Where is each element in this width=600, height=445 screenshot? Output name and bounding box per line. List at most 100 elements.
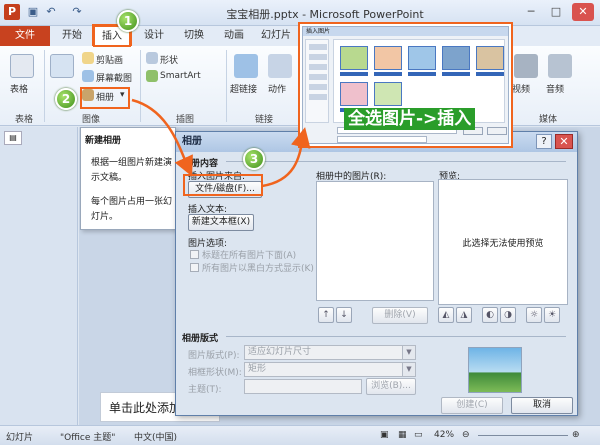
move-up-icon[interactable]: ↑: [318, 307, 334, 323]
mini-cancel-button[interactable]: [487, 127, 507, 135]
preview-message: 此选择无法使用预览: [462, 239, 544, 249]
pictures-list[interactable]: [316, 181, 434, 301]
reading-view-icon[interactable]: ▭: [414, 430, 423, 440]
contrast-down-icon[interactable]: ◑: [500, 307, 516, 323]
tab-transitions[interactable]: 切换: [176, 26, 212, 46]
photo-thumbnail[interactable]: [340, 46, 368, 70]
pane-tab-slides[interactable]: ▤: [4, 131, 22, 145]
folder-item[interactable]: [309, 54, 327, 60]
rotate-left-icon[interactable]: ◭: [438, 307, 454, 323]
close-button[interactable]: ✕: [572, 3, 594, 21]
photo-thumbnail[interactable]: [340, 82, 368, 106]
photo-thumbnail[interactable]: [408, 46, 436, 70]
preview-box: 此选择无法使用预览: [438, 179, 568, 305]
zoom-out-icon[interactable]: ⊖: [462, 430, 470, 440]
save-icon[interactable]: ▣: [26, 5, 40, 19]
status-theme: "Office 主题": [60, 433, 116, 443]
table-button[interactable]: 表格: [10, 82, 28, 95]
photo-label: [340, 72, 368, 76]
maximize-button[interactable]: □: [545, 3, 567, 21]
slides-pane: ▤: [0, 127, 78, 425]
browse-button[interactable]: 浏览(B)...: [366, 378, 416, 395]
filetype-field[interactable]: [337, 136, 427, 143]
tab-home[interactable]: 开始: [54, 26, 90, 46]
sorter-view-icon[interactable]: ▦: [398, 430, 407, 440]
folder-item[interactable]: [309, 74, 327, 80]
action-button[interactable]: 动作: [268, 82, 286, 95]
frame-shape-label: 相框形状(M):: [188, 368, 242, 378]
folder-item[interactable]: [309, 84, 327, 90]
photo-thumbnail[interactable]: [374, 82, 402, 106]
folder-item[interactable]: [309, 64, 327, 70]
video-button[interactable]: 视频: [512, 82, 530, 95]
status-language: 中文(中国): [134, 433, 178, 443]
undo-icon[interactable]: ↶: [44, 5, 58, 19]
folder-tree[interactable]: [305, 39, 329, 123]
clipart-icon: [82, 52, 94, 64]
caption-option-label: 标题在所有图片下面(A): [202, 251, 297, 261]
picture-icon[interactable]: [50, 54, 74, 78]
tab-design[interactable]: 设计: [136, 26, 172, 46]
remove-button[interactable]: 删除(V): [372, 307, 428, 324]
brightness-down-icon[interactable]: ☀: [544, 307, 560, 323]
clipart-button[interactable]: 剪贴画: [96, 53, 123, 66]
redo-icon[interactable]: ↷: [70, 5, 84, 19]
table-icon[interactable]: [10, 54, 34, 78]
caption-checkbox[interactable]: [190, 250, 199, 259]
normal-view-icon[interactable]: ▣: [380, 430, 389, 440]
group-illustrations-label: 插图: [175, 115, 194, 125]
rotate-right-icon[interactable]: ◮: [456, 307, 472, 323]
step-badge-1: 1: [117, 10, 139, 32]
shapes-button[interactable]: 形状: [160, 53, 178, 66]
frame-shape-value: 矩形: [248, 364, 267, 374]
brightness-up-icon[interactable]: ☼: [526, 307, 542, 323]
cancel-button[interactable]: 取消: [511, 397, 573, 414]
new-textbox-button[interactable]: 新建文本框(X): [188, 214, 254, 231]
tab-animations[interactable]: 动画: [216, 26, 252, 46]
section-divider: [226, 161, 566, 162]
picture-layout-select[interactable]: 适应幻灯片尺寸 ▼: [244, 345, 416, 360]
contrast-up-icon[interactable]: ◐: [482, 307, 498, 323]
screenshot-icon: [82, 70, 94, 82]
action-icon[interactable]: [268, 54, 292, 78]
chevron-down-icon: ▼: [402, 346, 415, 359]
tab-file[interactable]: 文件: [0, 26, 50, 46]
tooltip-body-line1: 根据一组图片新建演示文稿。: [91, 158, 173, 183]
screenshot-button[interactable]: 屏幕截图: [96, 71, 132, 84]
folder-item[interactable]: [309, 94, 327, 100]
zoom-slider[interactable]: [478, 435, 568, 436]
smartart-button[interactable]: SmartArt: [160, 71, 201, 81]
move-down-icon[interactable]: ↓: [336, 307, 352, 323]
zoom-in-icon[interactable]: ⊕: [572, 430, 580, 440]
photo-thumbnail[interactable]: [442, 46, 470, 70]
minimize-button[interactable]: ─: [520, 3, 542, 21]
step-badge-2: 2: [55, 88, 77, 110]
highlight-album-button: [80, 87, 130, 109]
group-media-label: 媒体: [538, 115, 557, 125]
audio-icon[interactable]: [548, 54, 572, 78]
shapes-icon: [146, 52, 158, 64]
photo-thumbnail[interactable]: [374, 46, 402, 70]
black-white-checkbox[interactable]: [190, 263, 199, 272]
window-title: 宝宝相册.pptx - Microsoft PowerPoint: [226, 8, 424, 21]
hyperlink-icon[interactable]: [234, 54, 258, 78]
ribbon-separator: [226, 50, 227, 122]
hyperlink-button[interactable]: 超链接: [230, 82, 257, 95]
group-table-label: 表格: [14, 115, 33, 125]
tab-slideshow[interactable]: 幻灯片: [256, 26, 296, 46]
dialog-close-button[interactable]: ✕: [555, 134, 573, 149]
audio-button[interactable]: 音频: [546, 82, 564, 95]
photo-label: [374, 72, 402, 76]
tooltip-body-line2: 每个图片占用一张幻灯片。: [91, 197, 173, 222]
zoom-level[interactable]: 42%: [434, 430, 454, 440]
photo-album-tooltip: 新建相册 根据一组图片新建演示文稿。 每个图片占用一张幻灯片。: [80, 127, 176, 230]
help-button[interactable]: ?: [536, 134, 552, 149]
highlight-file-disk: [183, 174, 263, 196]
photo-thumbnail[interactable]: [476, 46, 504, 70]
instruction-label: 全选图片->插入: [344, 108, 476, 130]
folder-item[interactable]: [309, 44, 327, 50]
frame-shape-select[interactable]: 矩形 ▼: [244, 362, 416, 377]
create-button[interactable]: 创建(C): [441, 397, 503, 414]
video-icon[interactable]: [514, 54, 538, 78]
theme-input[interactable]: [244, 379, 362, 394]
